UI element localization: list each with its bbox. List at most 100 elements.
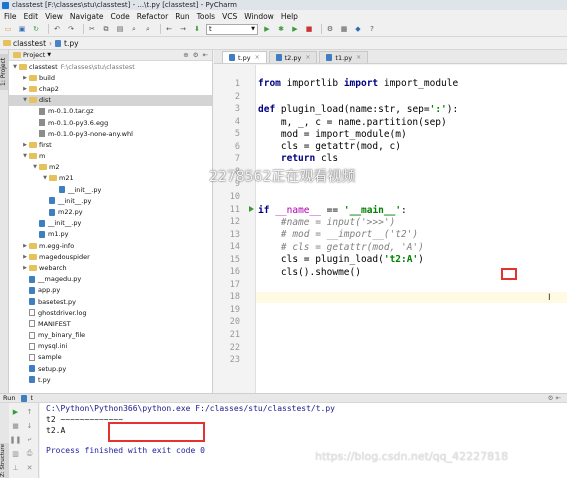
tree-item[interactable]: m-0.1.0.tar.gz <box>9 106 212 117</box>
stop-icon[interactable]: ■ <box>304 24 314 34</box>
project-panel-title[interactable]: Project <box>23 51 45 59</box>
menu-vcs[interactable]: VCS <box>222 12 237 21</box>
menu-help[interactable]: Help <box>281 12 298 21</box>
layout-icon[interactable]: ▥ <box>11 449 20 458</box>
tree-item[interactable]: setup.py <box>9 363 212 374</box>
chevron-right-icon[interactable]: ▶ <box>21 254 29 260</box>
back-icon[interactable]: ← <box>164 24 174 34</box>
structure-icon[interactable]: ▦ <box>339 24 349 34</box>
search-icon[interactable]: ⌕ <box>129 24 139 34</box>
pause-icon[interactable]: ❚❚ <box>10 435 22 444</box>
tree-item[interactable]: ▶ magedouspider <box>9 251 212 262</box>
tree-item[interactable]: app.py <box>9 285 212 296</box>
tab-t-py[interactable]: t.py × <box>222 51 267 63</box>
menu-view[interactable]: View <box>45 12 63 21</box>
tree-item[interactable]: ▼ m21 <box>9 173 212 184</box>
chevron-down-icon[interactable]: ▼ <box>41 175 49 181</box>
tree-item[interactable]: ▶ build <box>9 72 212 83</box>
menu-run[interactable]: Run <box>175 12 189 21</box>
menu-code[interactable]: Code <box>111 12 130 21</box>
tree-item[interactable]: ▼ m <box>9 151 212 162</box>
chevron-down-icon[interactable]: ▼ <box>47 52 51 58</box>
breadcrumb-project[interactable]: classtest <box>13 39 46 48</box>
chevron-down-icon[interactable]: ▼ <box>31 164 39 170</box>
down-icon[interactable]: ↓ <box>25 421 34 430</box>
stop-icon[interactable]: ■ <box>11 421 20 430</box>
copy-icon[interactable]: ⧉ <box>101 24 111 34</box>
tree-item[interactable]: ▶ webarch <box>9 262 212 273</box>
chevron-down-icon[interactable]: ▼ <box>21 97 29 103</box>
pin-icon[interactable]: ⊥ <box>11 463 20 472</box>
tree-item[interactable]: ghostdriver.log <box>9 307 212 318</box>
menu-refactor[interactable]: Refactor <box>137 12 168 21</box>
tree-item[interactable]: m1.py <box>9 229 212 240</box>
tab-t2-py[interactable]: t2.py × <box>268 51 318 63</box>
settings-icon[interactable]: ⚙ <box>325 24 335 34</box>
debug-icon[interactable]: ✱ <box>276 24 286 34</box>
tree-item[interactable]: t.py <box>9 374 212 385</box>
replace-icon[interactable]: ⌕ <box>143 24 153 34</box>
tree-item[interactable]: m22.py <box>9 206 212 217</box>
run-icon[interactable]: ▶ <box>262 24 272 34</box>
help-icon[interactable]: ? <box>367 24 377 34</box>
settings-icon[interactable]: ⚙ ⇤ <box>548 394 561 402</box>
run-config-select[interactable]: t ▼ <box>206 23 258 35</box>
tree-item[interactable]: m-0.1.0-py3.6.egg <box>9 117 212 128</box>
menu-file[interactable]: File <box>4 12 17 21</box>
menu-navigate[interactable]: Navigate <box>70 12 104 21</box>
sync-icon[interactable]: ⊕ <box>183 51 188 59</box>
tree-item[interactable]: mysql.ini <box>9 341 212 352</box>
tree-item[interactable]: ▼ dist <box>9 94 212 106</box>
coverage-icon[interactable]: ▶ <box>290 24 300 34</box>
sync-icon[interactable]: ↻ <box>31 24 41 34</box>
tree-item[interactable]: __init__.py <box>9 184 212 195</box>
chevron-right-icon[interactable]: ▶ <box>21 75 29 81</box>
close-icon[interactable]: × <box>356 54 361 61</box>
tab-t1-py[interactable]: t1.py × <box>319 51 369 63</box>
hide-icon[interactable]: ⇤ <box>203 51 208 59</box>
tree-item[interactable]: basetest.py <box>9 296 212 307</box>
tree-item[interactable]: ▶ m.egg-info <box>9 240 212 251</box>
chevron-right-icon[interactable]: ▶ <box>21 86 29 92</box>
tree-item[interactable]: sample <box>9 352 212 363</box>
tree-item[interactable]: MANIFEST <box>9 318 212 329</box>
tree-item[interactable]: my_binary_file <box>9 330 212 341</box>
tree-item[interactable]: __magedu.py <box>9 274 212 285</box>
run-panel-title[interactable]: Run <box>3 394 15 402</box>
trash-icon[interactable]: ✕ <box>25 463 34 472</box>
sdk-icon[interactable]: ◆ <box>353 24 363 34</box>
code-editor[interactable]: from importlib import import_module def … <box>256 65 567 393</box>
chevron-right-icon[interactable]: ▶ <box>21 243 29 249</box>
build-icon[interactable]: ⬇ <box>192 24 202 34</box>
chevron-right-icon[interactable]: ▶ <box>21 265 29 271</box>
menu-tools[interactable]: Tools <box>197 12 215 21</box>
tree-item[interactable]: ▶ first <box>9 139 212 150</box>
tree-item[interactable]: ▶ chap2 <box>9 83 212 94</box>
open-folder-icon[interactable]: ▭ <box>3 24 13 34</box>
tree-item[interactable]: __init__.py <box>9 218 212 229</box>
redo-icon[interactable]: ↷ <box>66 24 76 34</box>
project-tool-tab[interactable]: 1: Project <box>0 54 9 90</box>
cut-icon[interactable]: ✂ <box>87 24 97 34</box>
tree-item[interactable]: __init__.py <box>9 195 212 206</box>
up-icon[interactable]: ↑ <box>25 407 34 416</box>
tree-item[interactable]: ▼ m2 <box>9 162 212 173</box>
wrap-icon[interactable]: ⤶ <box>25 435 34 444</box>
tree-item[interactable]: ▼ classtest F:\classes\stu\classtest <box>9 61 212 72</box>
close-icon[interactable]: × <box>255 54 260 61</box>
paste-icon[interactable]: ▤ <box>115 24 125 34</box>
forward-icon[interactable]: → <box>178 24 188 34</box>
run-console[interactable]: C:\Python\Python366\python.exe F:/classe… <box>40 403 567 478</box>
settings-icon[interactable]: ⚙ <box>193 51 199 59</box>
chevron-down-icon[interactable]: ▼ <box>21 153 29 159</box>
structure-tool-tab[interactable]: Z: Structure <box>0 443 9 478</box>
chevron-down-icon[interactable]: ▼ <box>11 64 19 70</box>
run-tab-label[interactable]: t <box>30 394 33 402</box>
chevron-right-icon[interactable]: ▶ <box>21 142 29 148</box>
rerun-icon[interactable]: ▶ <box>11 407 20 416</box>
tree-item[interactable]: m-0.1.0-py3-none-any.whl <box>9 128 212 139</box>
run-main-icon[interactable] <box>249 206 254 212</box>
close-icon[interactable]: × <box>305 54 310 61</box>
save-icon[interactable]: ▣ <box>17 24 27 34</box>
print-icon[interactable]: ⎙ <box>25 449 34 458</box>
